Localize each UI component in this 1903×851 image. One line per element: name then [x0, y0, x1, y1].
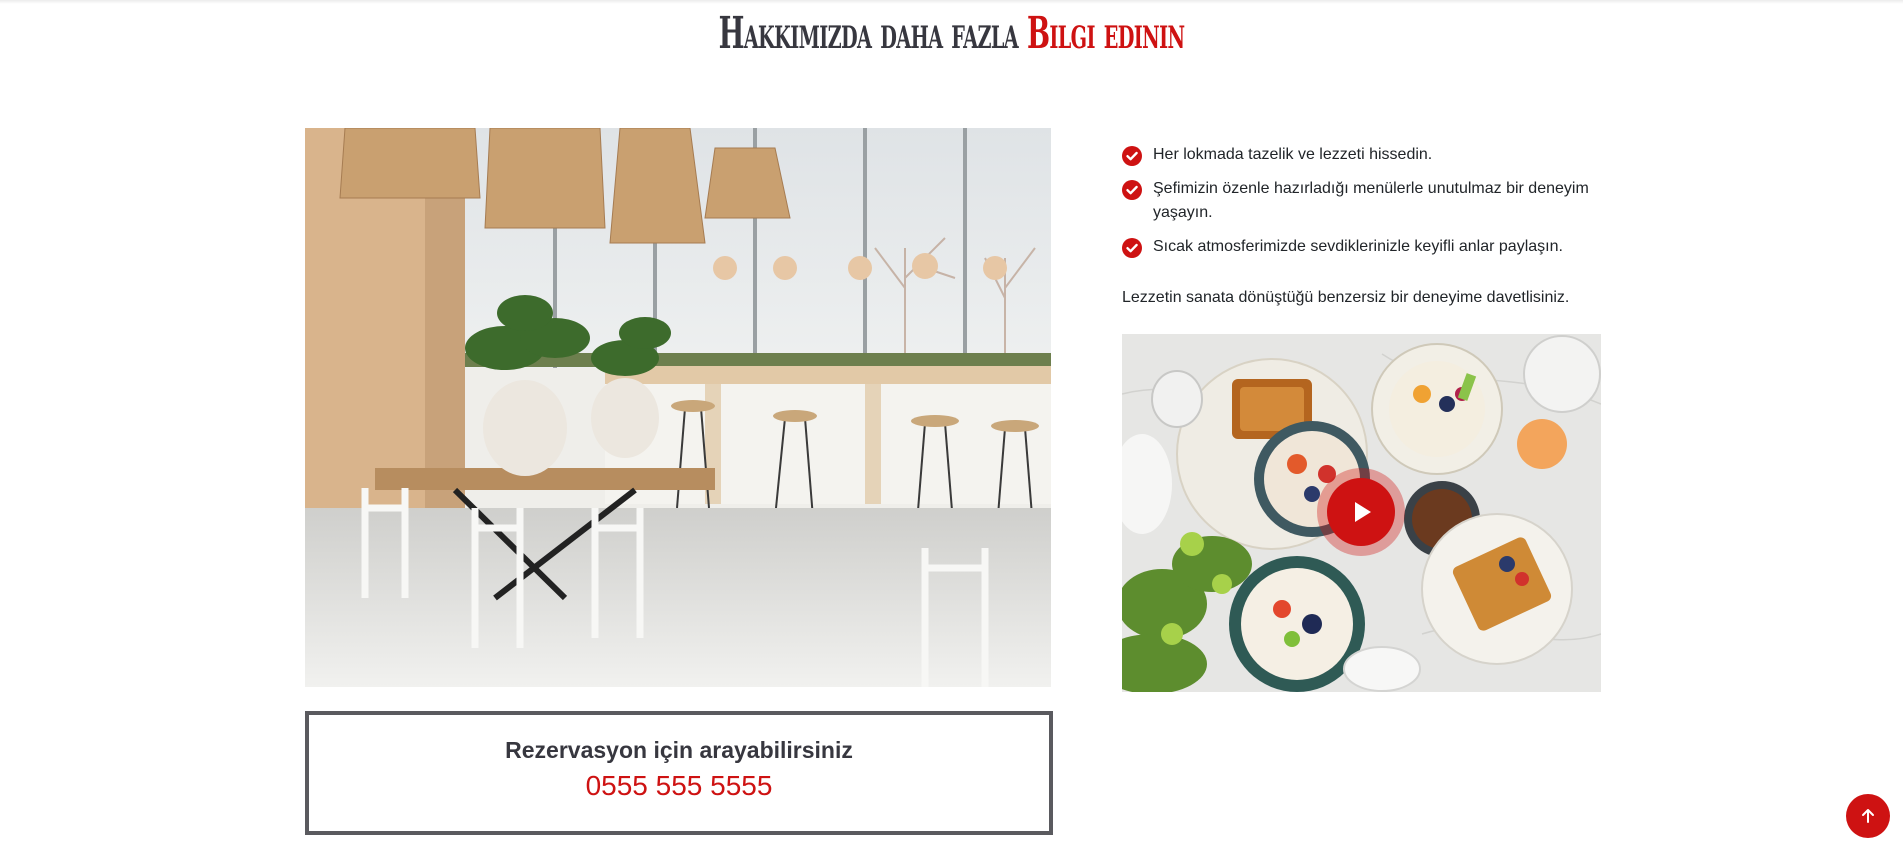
section-title: Hakkımızda daha fazla Bilgi edinin [362, 8, 1542, 60]
list-item: Her lokmada tazelik ve lezzeti hissedin. [1122, 143, 1602, 167]
arrow-up-icon [1862, 809, 1874, 823]
reservation-phone[interactable]: 0555 555 5555 [309, 770, 1049, 802]
play-icon [1355, 502, 1371, 522]
check-circle-icon [1122, 180, 1142, 200]
list-item: Sıcak atmosferimizde sevdiklerinizle key… [1122, 235, 1602, 259]
feature-text: Sıcak atmosferimizde sevdiklerinizle key… [1153, 238, 1563, 255]
feature-list: Her lokmada tazelik ve lezzeti hissedin.… [1122, 143, 1602, 269]
about-tagline: Lezzetin sanata dönüştüğü benzersiz bir … [1122, 289, 1570, 306]
section-title-accent: Bilgi edinin [1026, 8, 1185, 59]
check-circle-icon [1122, 146, 1142, 166]
list-item: Şefimizin özenle hazırladığı menülerle u… [1122, 177, 1602, 225]
reservation-call-box: Rezervasyon için arayabilirsiniz 0555 55… [305, 711, 1053, 835]
check-circle-icon [1122, 238, 1142, 258]
feature-text: Şefimizin özenle hazırladığı menülerle u… [1153, 180, 1589, 221]
reservation-label: Rezervasyon için arayabilirsiniz [505, 737, 853, 763]
video-play-button[interactable] [1327, 478, 1395, 546]
feature-text: Her lokmada tazelik ve lezzeti hissedin. [1153, 146, 1433, 163]
header-shadow [0, 0, 1903, 4]
section-title-main: Hakkımızda daha fazla [718, 8, 1019, 59]
scroll-top-button[interactable] [1846, 794, 1890, 838]
restaurant-interior-image [305, 128, 1051, 687]
